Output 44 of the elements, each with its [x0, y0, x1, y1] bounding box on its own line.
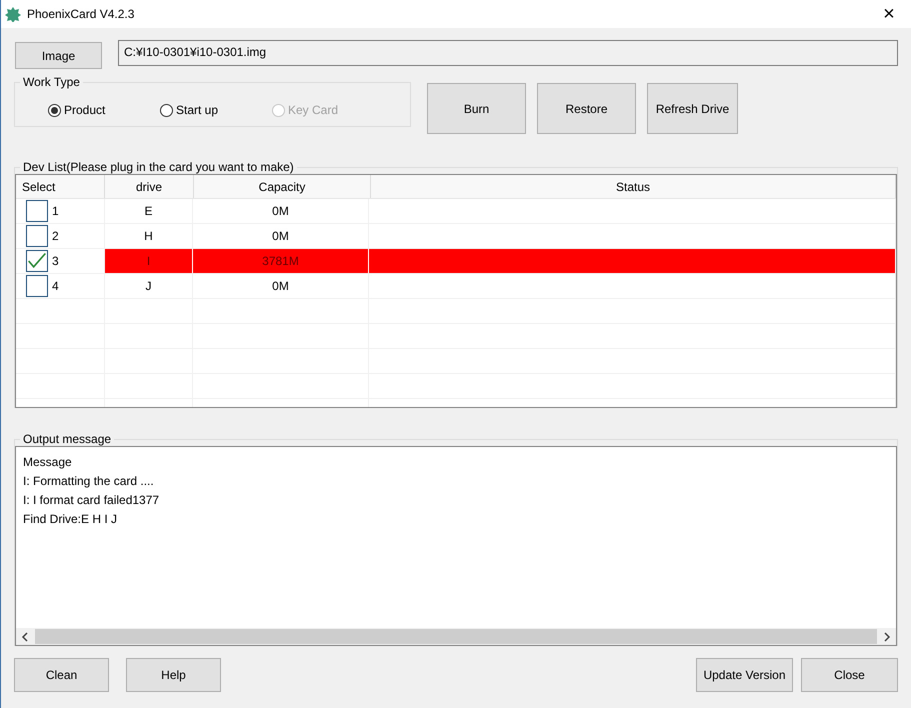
message-line: I: Formatting the card ....: [23, 473, 155, 490]
table-cell: 0M: [193, 199, 369, 223]
table-cell: I: [105, 249, 193, 273]
action-button[interactable]: Burn: [427, 83, 526, 134]
scroll-left-icon[interactable]: [21, 632, 29, 642]
checkbox[interactable]: [26, 200, 48, 222]
column-header[interactable]: Status: [371, 175, 896, 198]
scroll-right-icon[interactable]: [883, 632, 891, 642]
action-button[interactable]: Restore: [537, 83, 636, 134]
column-header[interactable]: Select: [16, 175, 105, 198]
image-path-field[interactable]: C:¥I10-0301¥i10-0301.img: [118, 40, 898, 66]
checkbox[interactable]: [26, 250, 48, 272]
row-index: 2: [52, 229, 59, 243]
bottom-button[interactable]: Clean: [14, 658, 109, 692]
message-header: Message: [23, 454, 73, 471]
group-label: Output message: [22, 432, 112, 446]
horizontal-scrollbar[interactable]: [16, 628, 896, 645]
table-cell: 0M: [193, 224, 369, 248]
table-cell: 0M: [193, 274, 369, 298]
message-line: Find Drive:E H I J: [23, 511, 118, 528]
bottom-button[interactable]: Help: [126, 658, 221, 692]
group-label: Dev List(Please plug in the card you want to make): [22, 160, 295, 174]
bottom-button[interactable]: Close: [801, 658, 898, 692]
column-header[interactable]: drive: [105, 175, 194, 198]
app-icon: [5, 6, 21, 22]
group-label: Work Type: [22, 75, 81, 89]
row-index: 3: [52, 254, 59, 268]
checkbox[interactable]: [26, 225, 48, 247]
row-index: 4: [52, 279, 59, 293]
action-button[interactable]: Refresh Drive: [647, 83, 738, 134]
radio-option[interactable]: Product: [48, 103, 160, 117]
row-index: 1: [52, 204, 59, 218]
radio-option[interactable]: Start up: [160, 103, 272, 117]
table-cell: J: [105, 274, 193, 298]
checkbox[interactable]: [26, 275, 48, 297]
image-button[interactable]: Image: [15, 42, 102, 69]
message-line: I: I format card failed1377: [23, 492, 160, 509]
table-cell: H: [105, 224, 193, 248]
table-cell: 3781M: [193, 249, 369, 273]
column-header[interactable]: Capacity: [194, 175, 371, 198]
bottom-button[interactable]: Update Version: [696, 658, 793, 692]
window-title: PhoenixCard V4.2.3: [27, 7, 134, 21]
close-button[interactable]: ×: [867, 0, 911, 28]
table-cell: E: [105, 199, 193, 223]
